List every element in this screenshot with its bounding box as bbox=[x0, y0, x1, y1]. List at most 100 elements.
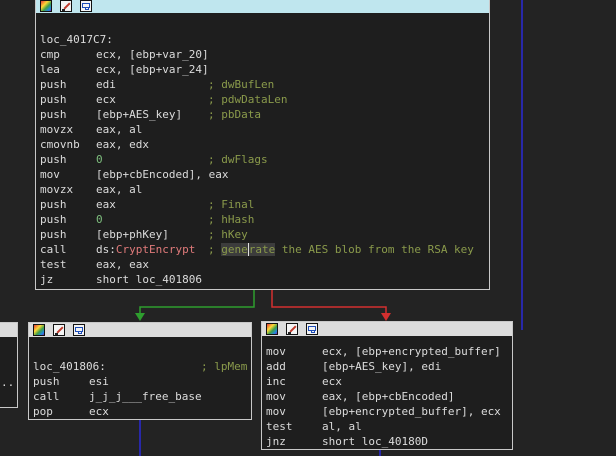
graph-overview-icon[interactable] bbox=[73, 324, 85, 336]
operand: ecx bbox=[89, 405, 109, 418]
operand: j_j_j___free_base bbox=[89, 390, 202, 403]
operand: 0 bbox=[96, 153, 103, 166]
mnemonic: mov bbox=[40, 168, 60, 181]
operand: edi bbox=[96, 78, 116, 91]
mnemonic: push bbox=[33, 375, 60, 388]
operand: 0 bbox=[96, 213, 103, 226]
node-toolbar bbox=[0, 323, 17, 337]
palette-icon[interactable] bbox=[33, 324, 45, 336]
code-line[interactable]: mov [ebp+cbEncoded], eax bbox=[36, 167, 489, 182]
mnemonic: movzx bbox=[40, 183, 74, 196]
node-code: mov ecx, [ebp+encrypted_buffer] add [ebp+AE… bbox=[262, 344, 512, 449]
operand: eax, al bbox=[96, 183, 143, 196]
code-label-line[interactable]: loc_401806: ; lpMem bbox=[29, 359, 251, 374]
false-branch-edge bbox=[271, 290, 387, 316]
mnemonic: pop bbox=[33, 405, 53, 418]
node-code: loc_4017C7: cmp ecx, [ebp+var_20] lea ecx, … bbox=[36, 32, 489, 287]
code-line[interactable]: call ds:CryptEncrypt ; generate the AES … bbox=[36, 242, 489, 257]
operand: al, al bbox=[322, 420, 362, 433]
code-line[interactable]: push 0 ; hHash bbox=[36, 212, 489, 227]
operand: ds:CryptEncrypt bbox=[96, 243, 196, 256]
code-line[interactable]: movzx eax, al bbox=[36, 122, 489, 137]
code-line[interactable]: test al, al bbox=[262, 419, 512, 434]
truncated-text: .. bbox=[1, 376, 15, 389]
edit-color-icon[interactable] bbox=[286, 323, 298, 335]
operand: eax, eax bbox=[96, 258, 149, 271]
operand: short loc_401806 bbox=[96, 273, 202, 286]
mnemonic: cmp bbox=[40, 48, 60, 61]
mnemonic: push bbox=[40, 93, 67, 106]
code-line[interactable]: test eax, eax bbox=[36, 257, 489, 272]
code-line[interactable]: push 0 ; dwFlags bbox=[36, 152, 489, 167]
comment: ; Final bbox=[208, 198, 255, 211]
code-line[interactable]: push [ebp+phKey] ; hKey bbox=[36, 227, 489, 242]
operand: ecx bbox=[322, 375, 342, 388]
false-branch-arrow bbox=[381, 313, 391, 321]
code-line[interactable]: jz short loc_401806 bbox=[36, 272, 489, 287]
mnemonic: mov bbox=[266, 390, 286, 403]
operand: esi bbox=[89, 375, 109, 388]
node-code: loc_401806: ; lpMem push esi call j_j_j___f… bbox=[29, 359, 251, 419]
code-line[interactable]: push edi ; dwBufLen bbox=[36, 77, 489, 92]
comment: ; pdwDataLen bbox=[208, 93, 288, 106]
true-branch-arrow bbox=[135, 313, 145, 321]
code-line[interactable]: pop ecx bbox=[29, 404, 251, 419]
code-label-line[interactable]: loc_4017C7: bbox=[36, 32, 489, 47]
mnemonic: jnz bbox=[266, 435, 286, 448]
code-label[interactable]: loc_4017C7: bbox=[40, 32, 113, 47]
graph-node-partial-left[interactable]: .. bbox=[0, 322, 18, 408]
code-line[interactable]: push [ebp+AES_key] ; pbData bbox=[36, 107, 489, 122]
node-toolbar bbox=[36, 0, 489, 13]
comment: ; dwFlags bbox=[208, 153, 268, 166]
code-line[interactable]: cmp ecx, [ebp+var_20] bbox=[36, 47, 489, 62]
comment: ; generate the AES blob from the RSA key bbox=[208, 243, 474, 256]
operand: eax, [ebp+cbEncoded] bbox=[322, 390, 455, 403]
mnemonic: push bbox=[40, 153, 67, 166]
code-line[interactable]: jnz short loc_40180D bbox=[262, 434, 512, 449]
function-name[interactable]: CryptEncrypt bbox=[116, 243, 195, 256]
mnemonic: call bbox=[33, 390, 60, 403]
graph-node-loc-4017c7[interactable]: loc_4017C7: cmp ecx, [ebp+var_20] lea ecx, … bbox=[35, 0, 490, 290]
code-label[interactable]: loc_401806: bbox=[33, 359, 106, 374]
comment: ; hKey bbox=[208, 228, 248, 241]
mnemonic: call bbox=[40, 243, 67, 256]
mnemonic: push bbox=[40, 228, 67, 241]
mnemonic: add bbox=[266, 360, 286, 373]
code-line[interactable]: mov [ebp+encrypted_buffer], ecx bbox=[262, 404, 512, 419]
graph-overview-icon[interactable] bbox=[306, 323, 318, 335]
code-line[interactable]: cmovnb eax, edx bbox=[36, 137, 489, 152]
node-toolbar bbox=[262, 322, 512, 336]
palette-icon[interactable] bbox=[40, 0, 52, 12]
code-line[interactable]: movzx eax, al bbox=[36, 182, 489, 197]
code-line[interactable]: lea ecx, [ebp+var_24] bbox=[36, 62, 489, 77]
mnemonic: test bbox=[40, 258, 67, 271]
code-line[interactable]: push ecx ; pdwDataLen bbox=[36, 92, 489, 107]
palette-icon[interactable] bbox=[266, 323, 278, 335]
code-line[interactable]: mov ecx, [ebp+encrypted_buffer] bbox=[262, 344, 512, 359]
code-line[interactable]: add [ebp+AES_key], edi bbox=[262, 359, 512, 374]
operand: ecx, [ebp+var_24] bbox=[96, 63, 209, 76]
code-line[interactable]: mov eax, [ebp+cbEncoded] bbox=[262, 389, 512, 404]
graph-node-loc-401806[interactable]: loc_401806: ; lpMem push esi call j_j_j___f… bbox=[28, 322, 252, 420]
operand: [ebp+AES_key] bbox=[96, 108, 183, 121]
mnemonic: inc bbox=[266, 375, 286, 388]
mnemonic: movzx bbox=[40, 123, 74, 136]
mnemonic: mov bbox=[266, 345, 286, 358]
operand: [ebp+phKey] bbox=[96, 228, 169, 241]
mnemonic: test bbox=[266, 420, 293, 433]
operand: eax, edx bbox=[96, 138, 149, 151]
mnemonic: jz bbox=[40, 273, 54, 286]
comment: ; pbData bbox=[208, 108, 261, 121]
comment: ; lpMem bbox=[201, 360, 248, 373]
graph-node-fallthrough[interactable]: mov ecx, [ebp+encrypted_buffer] add [ebp+AE… bbox=[261, 321, 513, 450]
edit-color-icon[interactable] bbox=[53, 324, 65, 336]
code-line[interactable]: inc ecx bbox=[262, 374, 512, 389]
code-line[interactable]: push esi bbox=[29, 374, 251, 389]
graph-overview-icon[interactable] bbox=[80, 0, 92, 12]
code-line[interactable]: call j_j_j___free_base bbox=[29, 389, 251, 404]
operand: ecx bbox=[96, 93, 116, 106]
comment: ; dwBufLen bbox=[208, 78, 275, 91]
mnemonic: push bbox=[40, 213, 67, 226]
code-line[interactable]: push eax ; Final bbox=[36, 197, 489, 212]
edit-color-icon[interactable] bbox=[60, 0, 72, 12]
